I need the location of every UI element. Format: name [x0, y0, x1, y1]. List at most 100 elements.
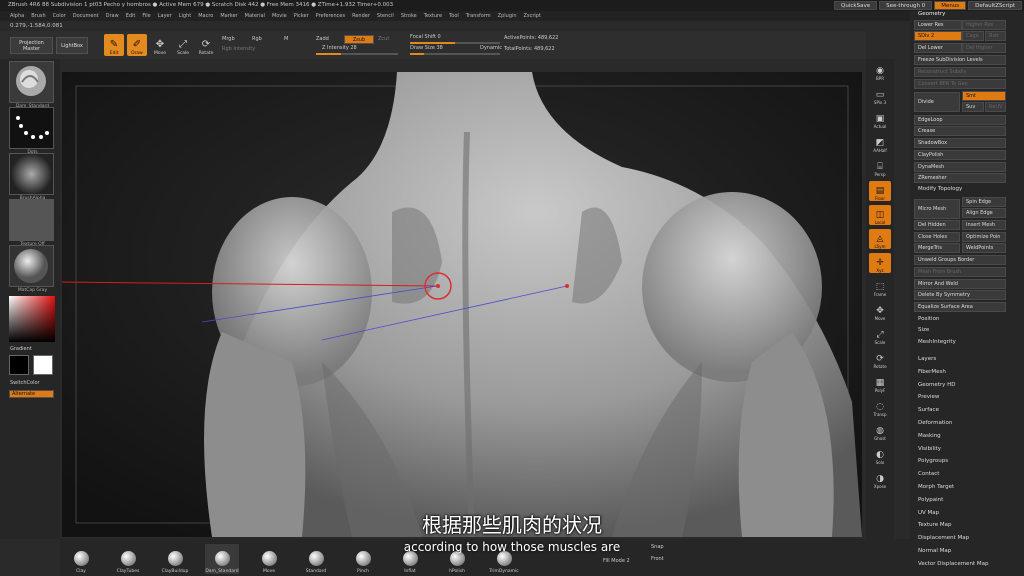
right-shelf-tool[interactable]: ⟳ Rotate — [869, 349, 891, 369]
z-intensity-slider[interactable]: Z Intensity 28 — [322, 45, 357, 51]
menu-item[interactable]: Movie — [272, 13, 287, 19]
subpalette-item[interactable]: Vector Displacement Map — [918, 561, 988, 567]
subpalette-item[interactable]: Geometry HD — [918, 382, 956, 388]
subpalette-item[interactable]: Masking — [918, 433, 941, 439]
del-higher-button[interactable]: Del Higher — [962, 43, 1006, 53]
size-subpalette[interactable]: Size — [918, 327, 929, 333]
menu-item[interactable]: Stroke — [401, 13, 417, 19]
menu-item[interactable]: Texture — [424, 13, 442, 19]
unweld-groups-button[interactable]: Unweld Groups Border — [914, 255, 1006, 265]
right-shelf-tool[interactable]: ⤢ Scale — [869, 325, 891, 345]
right-shelf-tool[interactable]: ◫ Local — [869, 205, 891, 225]
menu-item[interactable]: Color — [53, 13, 66, 19]
quicksave-button[interactable]: QuickSave — [834, 1, 878, 10]
subpalette-item[interactable]: Morph Target — [918, 484, 954, 490]
rotate-button[interactable]: ⟳ Rotate — [196, 34, 216, 56]
menu-item[interactable]: Draw — [106, 13, 119, 19]
focal-shift-slider[interactable]: Focal Shift 0 — [410, 34, 441, 40]
projection-master-button[interactable]: Projection Master — [10, 37, 53, 54]
sdiv-slider[interactable]: SDiv 2 — [914, 31, 962, 41]
shadowbox-subpalette[interactable]: ShadowBox — [914, 138, 1006, 148]
switch-color-button[interactable]: SwitchColor — [10, 380, 40, 386]
dynamic-toggle[interactable]: Dynamic — [480, 45, 502, 51]
spin-edge-button[interactable]: Spin Edge — [962, 197, 1006, 207]
main-color-swatch[interactable] — [9, 355, 29, 375]
menu-item[interactable]: Zscript — [524, 13, 541, 19]
position-subpalette[interactable]: Position — [918, 316, 939, 322]
equalize-surface-button[interactable]: Equalize Surface Area — [914, 302, 1006, 312]
smt-toggle[interactable]: Smt — [962, 91, 1006, 101]
menu-item[interactable]: Transform — [466, 13, 491, 19]
subpalette-item[interactable]: Contact — [918, 471, 939, 477]
menus-button[interactable]: Menus — [934, 1, 967, 10]
right-shelf-tool[interactable]: ◌ Transp — [869, 397, 891, 417]
delete-by-symmetry-button[interactable]: Delete By Symmetry — [914, 290, 1006, 300]
menu-item[interactable]: Marker — [220, 13, 237, 19]
subpalette-item[interactable]: Polygroups — [918, 458, 948, 464]
mrgb-toggle[interactable]: Mrgb — [222, 36, 235, 42]
align-edge-button[interactable]: Align Edge — [962, 208, 1006, 218]
menu-item[interactable]: Layer — [158, 13, 172, 19]
dynamesh-subpalette[interactable]: DynaMesh — [914, 162, 1006, 172]
right-shelf-tool[interactable]: ◍ Ghost — [869, 421, 891, 441]
mirror-and-weld-button[interactable]: Mirror And Weld — [914, 279, 1006, 289]
optimize-points-button[interactable]: Optimize Poin — [962, 232, 1006, 242]
stroke-selector[interactable]: Dots — [9, 107, 54, 155]
zcut-toggle[interactable]: Zcut — [378, 36, 389, 42]
z-intensity-track[interactable] — [316, 53, 398, 55]
lower-res-button[interactable]: Lower Res — [914, 20, 962, 30]
menu-item[interactable]: Light — [179, 13, 191, 19]
insert-mesh-button[interactable]: Insert Mesh — [962, 220, 1006, 230]
menu-item[interactable]: Material — [245, 13, 265, 19]
reconstruct-subdiv-button[interactable]: Reconstruct Subdiv — [914, 67, 1006, 77]
right-shelf-tool[interactable]: ✥ Move — [869, 301, 891, 321]
edit-button[interactable]: ✎ Edit — [104, 34, 124, 56]
right-shelf-tool[interactable]: ⬚ Frame — [869, 277, 891, 297]
alternate-toggle[interactable]: Alternate — [9, 390, 54, 398]
right-shelf-tool[interactable]: ✛ Xyz — [869, 253, 891, 273]
rgb-toggle[interactable]: Rgb — [252, 36, 262, 42]
modify-topology-header[interactable]: Modify Topology — [918, 186, 962, 192]
right-shelf-tool[interactable]: ◬ LSym — [869, 229, 891, 249]
right-shelf-tool[interactable]: ▣ Actual — [869, 109, 891, 129]
see-through-slider[interactable]: See-through 0 — [879, 1, 933, 10]
rstr-button[interactable]: Rstr — [985, 31, 1006, 41]
geometry-header[interactable]: Geometry — [918, 11, 945, 17]
subpalette-item[interactable]: Preview — [918, 394, 939, 400]
subpalette-item[interactable]: Layers — [918, 356, 936, 362]
menu-item[interactable]: Brush — [31, 13, 45, 19]
document-canvas[interactable] — [62, 72, 862, 537]
alpha-selector[interactable]: BrushAlpha — [9, 153, 54, 201]
color-picker[interactable] — [9, 296, 55, 342]
gradient-toggle[interactable]: Gradient — [10, 346, 32, 352]
draw-size-slider[interactable]: Draw Size 38 — [410, 45, 443, 51]
meshintegrity-subpalette[interactable]: MeshIntegrity — [918, 339, 956, 345]
edgeloop-subpalette[interactable]: EdgeLoop — [914, 115, 1006, 125]
crease-subpalette[interactable]: Crease — [914, 126, 1006, 136]
right-shelf-tool[interactable]: ◉ BPR — [869, 61, 891, 81]
right-shelf-tool[interactable]: ▤ Floor — [869, 181, 891, 201]
menu-item[interactable]: Document — [73, 13, 99, 19]
cage-button[interactable]: Cage — [962, 31, 984, 41]
menu-item[interactable]: Stencil — [377, 13, 394, 19]
del-lower-button[interactable]: Del Lower — [914, 43, 962, 53]
claypolish-subpalette[interactable]: ClayPolish — [914, 150, 1006, 160]
front-button[interactable]: Front — [651, 556, 664, 562]
higher-res-button[interactable]: Higher Res — [962, 20, 1006, 30]
right-shelf-tool[interactable]: ▭ SPix 3 — [869, 85, 891, 105]
move-button[interactable]: ✥ Move — [150, 34, 170, 56]
menu-item[interactable]: Picker — [294, 13, 309, 19]
menu-item[interactable]: Preferences — [316, 13, 345, 19]
menu-item[interactable]: Tool — [449, 13, 459, 19]
mesh-from-brush-button[interactable]: Mesh From Brush — [914, 267, 1006, 277]
scale-button[interactable]: ⤢ Scale — [173, 34, 193, 56]
fill-mode-slider[interactable]: Fill Mode 2 — [603, 558, 630, 564]
right-shelf-tool[interactable]: ⌸ Persp — [869, 157, 891, 177]
right-shelf-tool[interactable]: ◩ AAHalf — [869, 133, 891, 153]
right-shelf-tool[interactable]: ▦ PolyF — [869, 373, 891, 393]
texture-selector[interactable]: Texture Off — [9, 199, 54, 247]
suv-toggle[interactable]: Suv — [962, 102, 984, 112]
menu-item[interactable]: Render — [352, 13, 370, 19]
zremesher-subpalette[interactable]: ZRemesher — [914, 173, 1006, 183]
secondary-color-swatch[interactable] — [33, 355, 53, 375]
